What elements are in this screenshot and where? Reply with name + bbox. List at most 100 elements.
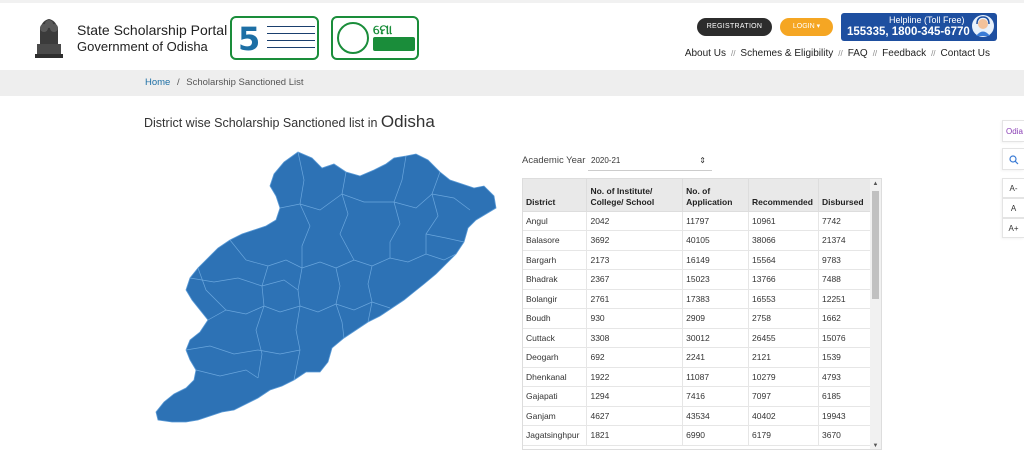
- table-row: Bhadrak 2367 15023 13766 7488: [523, 269, 872, 290]
- cell-recommended: 38066: [748, 230, 819, 251]
- font-increase-button[interactable]: A+: [1002, 218, 1024, 238]
- scroll-down-icon[interactable]: ▼: [870, 441, 881, 449]
- cell-district: Cuttack: [523, 328, 588, 348]
- cell-district: Bolangir: [523, 289, 588, 309]
- helpline-numbers: 155335, 1800-345-6770: [847, 26, 970, 38]
- cell-recommended: 10961: [748, 211, 819, 231]
- cell-institutes: 3692: [586, 230, 684, 251]
- cell-applications: 30012: [682, 328, 750, 348]
- column-header-district[interactable]: District: [523, 179, 588, 212]
- cell-district: Dhenkanal: [523, 367, 588, 387]
- font-decrease-button[interactable]: A-: [1002, 178, 1024, 198]
- table-row: Deogarh 692 2241 2121 1539: [523, 347, 872, 368]
- cell-disbursed: 1539: [818, 347, 872, 368]
- scholarship-table-container[interactable]: District No. of Institute/ College/ Scho…: [522, 178, 882, 450]
- cell-disbursed: 15076: [818, 328, 872, 348]
- cell-recommended: 6179: [748, 425, 819, 446]
- odisha-district-map[interactable]: [150, 150, 500, 425]
- scholarship-table: District No. of Institute/ College/ Scho…: [523, 179, 872, 446]
- cell-district: Balasore: [523, 230, 588, 251]
- registration-button[interactable]: REGISTRATION: [697, 18, 772, 36]
- mo-sarkar-logo: ମୋ ସରକାର: [331, 16, 419, 60]
- column-header-disbursed[interactable]: Disbursed: [818, 179, 872, 212]
- helpline-title: Helpline (Toll Free): [889, 15, 965, 25]
- cell-institutes: 2042: [586, 211, 684, 231]
- cell-applications: 15023: [682, 269, 750, 290]
- cell-disbursed: 4793: [818, 367, 872, 387]
- cell-applications: 40105: [682, 230, 750, 251]
- nav-separator: //: [730, 49, 736, 58]
- column-header-applications[interactable]: No. of Application: [682, 179, 750, 212]
- cell-applications: 2909: [682, 308, 750, 329]
- cell-recommended: 10279: [748, 367, 819, 387]
- caret-down-icon: ▾: [816, 23, 821, 30]
- cell-disbursed: 7488: [818, 269, 872, 290]
- cell-applications: 6990: [682, 425, 750, 446]
- scrollbar-thumb[interactable]: [872, 191, 879, 299]
- cell-institutes: 2761: [586, 289, 684, 309]
- cell-applications: 43534: [682, 406, 750, 426]
- table-header-row: District No. of Institute/ College/ Scho…: [523, 179, 872, 212]
- nav-about-us[interactable]: About Us: [685, 48, 726, 59]
- nav-separator: //: [872, 49, 878, 58]
- cell-district: Boudh: [523, 308, 588, 329]
- academic-year-select[interactable]: 2020-21 ⇕: [588, 151, 712, 171]
- nav-separator: //: [838, 49, 843, 58]
- table-row: Bargarh 2173 16149 15564 9783: [523, 250, 872, 270]
- odisha-map-shape[interactable]: [155, 151, 497, 423]
- cell-district: Angul: [523, 211, 588, 231]
- font-normal-button[interactable]: A: [1002, 198, 1024, 218]
- nav-schemes-eligibility[interactable]: Schemes & Eligibility: [740, 48, 833, 59]
- cell-disbursed: 3670: [818, 425, 872, 446]
- portal-subtitle: Government of Odisha: [77, 39, 208, 54]
- table-row: Jagatsinghpur 1821 6990 6179 3670: [523, 425, 872, 446]
- cell-institutes: 930: [586, 308, 684, 329]
- nav-contact-us[interactable]: Contact Us: [941, 48, 990, 59]
- table-row: Balasore 3692 40105 38066 21374: [523, 230, 872, 251]
- cell-disbursed: 12251: [818, 289, 872, 309]
- breadcrumb-bar: Home / Scholarship Sanctioned List: [0, 70, 1024, 96]
- top-border: [0, 0, 1024, 3]
- cell-district: Gajapati: [523, 386, 588, 407]
- table-row: Bolangir 2761 17383 16553 12251: [523, 289, 872, 309]
- cell-recommended: 16553: [748, 289, 819, 309]
- column-header-institutes[interactable]: No. of Institute/ College/ School: [586, 179, 684, 212]
- cell-disbursed: 9783: [818, 250, 872, 270]
- 5t-logo: 5: [230, 16, 319, 60]
- cell-recommended: 40402: [748, 406, 819, 426]
- select-arrows-icon: ⇕: [699, 156, 706, 165]
- cell-institutes: 2173: [586, 250, 684, 270]
- cell-applications: 16149: [682, 250, 750, 270]
- search-icon[interactable]: [1002, 148, 1024, 170]
- cell-institutes: 1922: [586, 367, 684, 387]
- table-body: Angul 2042 11797 10961 7742 Balasore 3692 40105…: [523, 211, 872, 446]
- helpline-box: Helpline (Toll Free) 155335, 1800-345-67…: [841, 13, 997, 41]
- academic-year-label: Academic Year: [522, 155, 586, 166]
- page-title: District wise Scholarship Sanctioned lis…: [144, 112, 435, 132]
- nav-feedback[interactable]: Feedback: [882, 48, 926, 59]
- cell-district: Jagatsinghpur: [523, 425, 588, 446]
- table-row: Angul 2042 11797 10961 7742: [523, 211, 872, 231]
- cell-applications: 11797: [682, 211, 750, 231]
- cell-disbursed: 6185: [818, 386, 872, 407]
- nav-faq[interactable]: FAQ: [848, 48, 868, 59]
- cell-district: Deogarh: [523, 347, 588, 368]
- top-navigation: About Us // Schemes & Eligibility // FAQ // Fe…: [685, 48, 990, 59]
- column-header-recommended[interactable]: Recommended: [748, 179, 819, 212]
- cell-recommended: 15564: [748, 250, 819, 270]
- emblem-logo[interactable]: [28, 14, 70, 60]
- table-scrollbar[interactable]: ▲ ▼: [870, 179, 881, 449]
- language-toggle[interactable]: Odia: [1002, 120, 1024, 142]
- table-row: Gajapati 1294 7416 7097 6185: [523, 386, 872, 407]
- cell-applications: 7416: [682, 386, 750, 407]
- login-button[interactable]: LOGIN ▾: [780, 18, 833, 36]
- cell-disbursed: 21374: [818, 230, 872, 251]
- cell-institutes: 1821: [586, 425, 684, 446]
- cell-disbursed: 1662: [818, 308, 872, 329]
- table-row: Ganjam 4627 43534 40402 19943: [523, 406, 872, 426]
- table-row: Cuttack 3308 30012 26455 15076: [523, 328, 872, 348]
- breadcrumb-home-link[interactable]: Home: [145, 77, 170, 88]
- breadcrumb-current: Scholarship Sanctioned List: [186, 77, 304, 88]
- academic-year-value: 2020-21: [591, 156, 621, 165]
- scroll-up-icon[interactable]: ▲: [870, 179, 881, 189]
